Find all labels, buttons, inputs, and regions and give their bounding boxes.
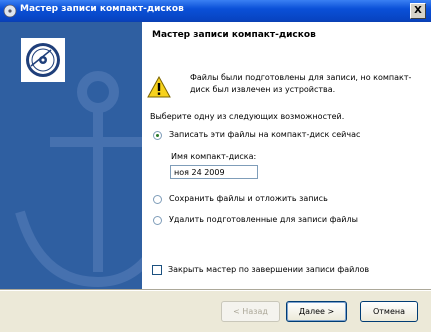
- close-wizard-checkbox-label[interactable]: Закрыть мастер по завершении записи файл…: [168, 265, 369, 274]
- side-banner: [0, 22, 142, 289]
- cd-wizard-window: Мастер записи компакт-дисков X Мастер за…: [0, 0, 431, 332]
- window-title: Мастер записи компакт-дисков: [20, 4, 184, 14]
- option-delete-label[interactable]: Удалить подготовленные для записи файлы: [169, 215, 358, 224]
- close-button[interactable]: X: [410, 3, 426, 19]
- back-button[interactable]: < Назад: [221, 301, 280, 322]
- option-write-now-label[interactable]: Записать эти файлы на компакт-диск сейча…: [169, 130, 360, 139]
- title-bar[interactable]: Мастер записи компакт-дисков X: [0, 0, 431, 22]
- next-button[interactable]: Далее >: [286, 301, 347, 322]
- option-write-now-radio[interactable]: [153, 131, 162, 140]
- close-wizard-checkbox[interactable]: [152, 265, 162, 275]
- cd-disc-icon: [26, 43, 60, 77]
- wizard-content: Мастер записи компакт-дисков Файлы были …: [142, 22, 431, 289]
- wizard-heading: Мастер записи компакт-дисков: [152, 30, 316, 40]
- option-save-later-radio[interactable]: [153, 195, 162, 204]
- anchor-watermark: [15, 38, 142, 288]
- warning-icon: [147, 76, 171, 98]
- option-save-later-label[interactable]: Сохранить файлы и отложить запись: [169, 194, 328, 203]
- cancel-button[interactable]: Отмена: [360, 301, 418, 322]
- button-bar: < Назад Далее > Отмена: [0, 291, 431, 332]
- cd-wizard-icon: [3, 4, 17, 18]
- option-delete-radio[interactable]: [153, 216, 162, 225]
- cd-name-label: Имя компакт-диска:: [171, 152, 257, 161]
- choose-prompt: Выберите одну из следующих возможностей.: [150, 112, 345, 121]
- warning-message: Файлы были подготовлены для записи, но к…: [190, 73, 412, 94]
- cd-name-input[interactable]: ноя 24 2009: [170, 165, 258, 179]
